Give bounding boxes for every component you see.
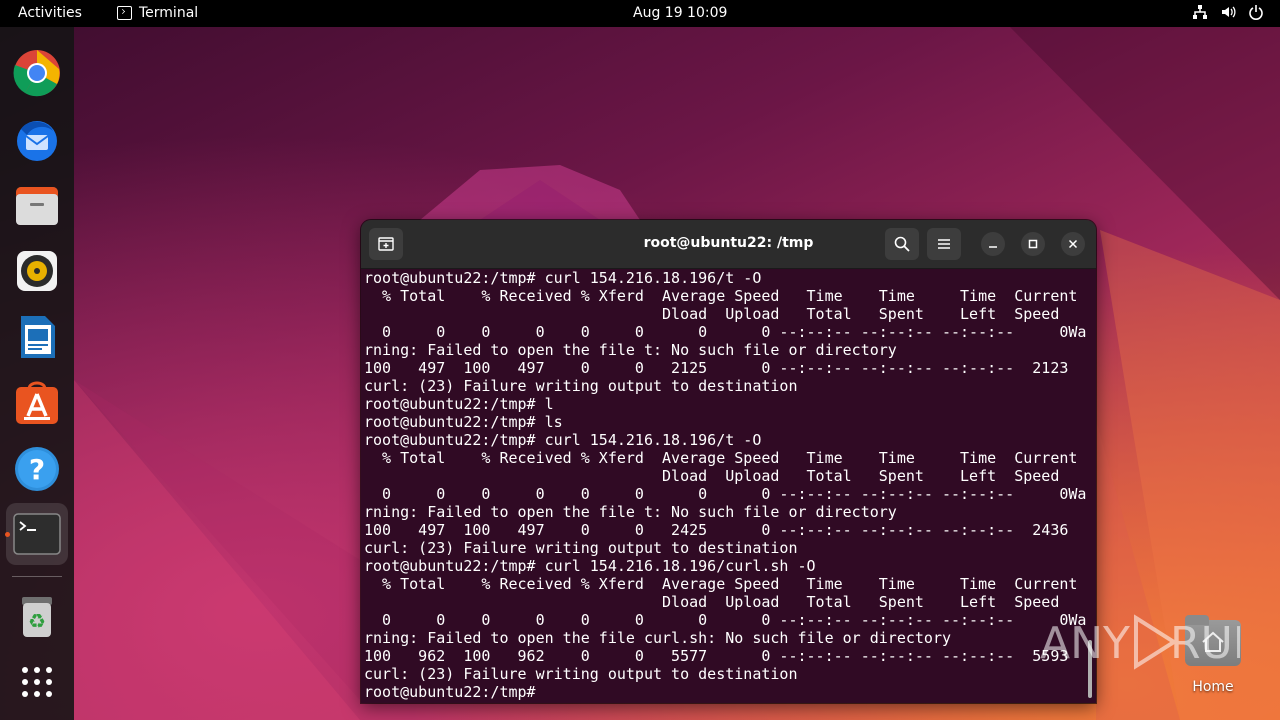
terminal-line: root@ubuntu22:/tmp# l <box>364 395 554 413</box>
svg-text:ANY: ANY <box>1040 618 1130 669</box>
activities-button[interactable]: Activities <box>18 5 82 21</box>
terminal-line: 100 962 100 962 0 0 5577 0 --:--:-- --:-… <box>364 647 1069 665</box>
terminal-line: rning: Failed to open the file t: No suc… <box>364 341 897 359</box>
terminal-line: Dload Upload Total Spent Left Speed <box>364 305 1060 323</box>
svg-text:RUN: RUN <box>1170 618 1240 669</box>
terminal-line: 0 0 0 0 0 0 0 0 --:--:-- --:--:-- --:--:… <box>364 323 1086 341</box>
dock-item-show-apps[interactable] <box>12 657 62 707</box>
menu-button[interactable] <box>927 228 961 260</box>
dock-item-terminal[interactable] <box>6 503 68 565</box>
terminal-line: root@ubuntu22:/tmp# curl 154.216.18.196/… <box>364 269 762 287</box>
running-indicator <box>5 532 10 537</box>
dock-separator <box>12 576 62 577</box>
system-tray[interactable] <box>1192 4 1264 20</box>
terminal-line: curl: (23) Failure writing output to des… <box>364 539 798 557</box>
apps-grid-icon <box>22 667 52 697</box>
terminal-icon <box>13 513 61 555</box>
software-icon <box>16 381 58 424</box>
terminal-app-icon <box>117 6 132 20</box>
search-icon <box>894 236 910 252</box>
dock-item-help[interactable]: ? <box>12 444 62 494</box>
anyrun-watermark: ANY RUN <box>1040 612 1266 672</box>
terminal-line: root@ubuntu22:/tmp# curl 154.216.18.196/… <box>364 431 762 449</box>
chrome-icon <box>13 50 60 97</box>
title-bar[interactable]: root@ubuntu22: /tmp <box>361 220 1096 269</box>
top-bar: Activities Terminal Aug 19 10:09 <box>0 0 1280 27</box>
maximize-button[interactable] <box>1021 232 1045 256</box>
minimize-button[interactable] <box>981 232 1005 256</box>
minimize-icon <box>989 246 997 248</box>
terminal-output[interactable]: root@ubuntu22:/tmp# curl 154.216.18.196/… <box>364 269 1086 703</box>
terminal-line: curl: (23) Failure writing output to des… <box>364 665 798 683</box>
dock-item-chrome[interactable] <box>12 48 62 98</box>
thunderbird-icon <box>17 121 57 161</box>
terminal-line: 100 497 100 497 0 0 2425 0 --:--:-- --:-… <box>364 521 1069 539</box>
terminal-line: % Total % Received % Xferd Average Speed… <box>364 449 1078 467</box>
dock-item-writer[interactable] <box>12 312 62 362</box>
dock-item-files[interactable] <box>12 180 62 230</box>
writer-icon <box>21 316 55 358</box>
volume-icon <box>1220 4 1236 20</box>
clock[interactable]: Aug 19 10:09 <box>633 5 727 21</box>
svg-text:♻: ♻ <box>28 609 46 633</box>
close-button[interactable] <box>1061 232 1085 256</box>
terminal-line: root@ubuntu22:/tmp# ls <box>364 413 563 431</box>
terminal-line: 100 497 100 497 0 0 2125 0 --:--:-- --:-… <box>364 359 1069 377</box>
terminal-line: Dload Upload Total Spent Left Speed <box>364 593 1060 611</box>
terminal-line: curl: (23) Failure writing output to des… <box>364 377 798 395</box>
dock-item-trash[interactable]: ♻ <box>12 592 62 642</box>
power-icon <box>1248 4 1264 20</box>
terminal-line: Dload Upload Total Spent Left Speed <box>364 467 1060 485</box>
dock: ? ♻ <box>0 27 74 720</box>
terminal-line: 0 0 0 0 0 0 0 0 --:--:-- --:--:-- --:--:… <box>364 485 1086 503</box>
trash-icon: ♻ <box>22 597 52 637</box>
terminal-line: 0 0 0 0 0 0 0 0 --:--:-- --:--:-- --:--:… <box>364 611 1086 629</box>
home-label: Home <box>1192 679 1234 695</box>
maximize-icon <box>1028 239 1038 249</box>
close-icon <box>1068 239 1078 249</box>
network-icon <box>1192 4 1208 20</box>
rhythmbox-icon <box>17 251 57 291</box>
terminal-line: root@ubuntu22:/tmp# curl 154.216.18.196/… <box>364 557 816 575</box>
dock-item-rhythmbox[interactable] <box>12 246 62 296</box>
terminal-line: % Total % Received % Xferd Average Speed… <box>364 575 1078 593</box>
terminal-line: rning: Failed to open the file curl.sh: … <box>364 629 951 647</box>
terminal-window[interactable]: root@ubuntu22: /tmp root@ubuntu22:/tmp# … <box>360 219 1097 704</box>
search-button[interactable] <box>885 228 919 260</box>
terminal-line: % Total % Received % Xferd Average Speed… <box>364 287 1078 305</box>
terminal-line: rning: Failed to open the file t: No suc… <box>364 503 897 521</box>
app-name: Terminal <box>139 5 199 21</box>
files-icon <box>16 187 58 225</box>
help-icon: ? <box>15 447 59 491</box>
hamburger-menu-icon <box>938 239 950 249</box>
svg-text:?: ? <box>29 453 45 486</box>
dock-item-software[interactable] <box>12 378 62 428</box>
terminal-line: root@ubuntu22:/tmp# <box>364 683 545 701</box>
app-menu[interactable]: Terminal <box>117 5 198 21</box>
dock-item-thunderbird[interactable] <box>12 114 62 164</box>
